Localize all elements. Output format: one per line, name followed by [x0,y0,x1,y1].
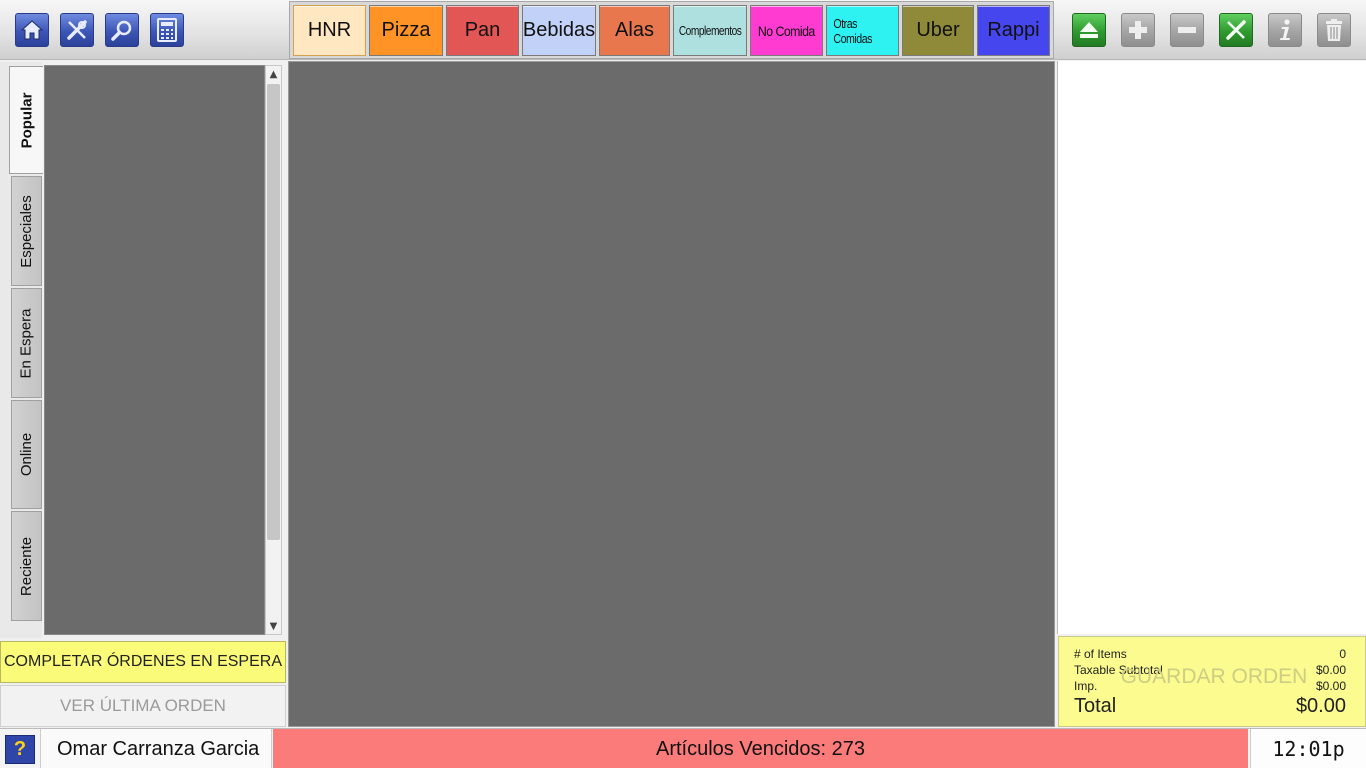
items-label: # of Items [1074,647,1127,661]
category-no-comida[interactable]: No Comida [750,5,823,56]
top-toolbar: HNR Pizza Pan Bebidas Alas Complementos … [0,0,1366,60]
category-uber[interactable]: Uber [902,5,974,56]
help-icon[interactable]: ? [5,735,35,764]
tab-label: Reciente [18,536,36,596]
category-bebidas[interactable]: Bebidas [522,5,596,56]
clock-label: 12:01p [1272,737,1345,761]
clock: 12:01p [1250,729,1366,768]
trash-icon[interactable] [1317,13,1351,47]
search-icon[interactable] [105,13,139,47]
button-label: VER ÚLTIMA ORDEN [60,696,226,715]
calculator-icon[interactable] [150,13,184,47]
scroll-up-icon[interactable]: ▲ [266,66,281,82]
plus-icon[interactable] [1121,13,1155,47]
order-list-panel[interactable] [44,65,265,635]
category-otras-comidas[interactable]: Otras Comidas [826,5,899,56]
category-label: Uber [916,19,960,41]
order-ticket-panel[interactable] [1057,61,1366,634]
tax-value: $0.00 [1315,679,1346,693]
category-hnr[interactable]: HNR [293,5,366,56]
tab-label: En Espera [18,307,36,379]
tab-popular[interactable]: Popular [9,66,43,174]
category-label: Otras Comidas [833,15,873,46]
expired-items-label: Artículos Vencidos: 273 [655,737,865,760]
scroll-thumb[interactable] [267,84,280,540]
scroll-down-icon[interactable]: ▼ [266,618,281,634]
category-label: Pizza [381,19,431,41]
tools-icon[interactable] [1219,13,1253,47]
category-label: No Comida [758,22,815,39]
category-bar: HNR Pizza Pan Bebidas Alas Complementos … [289,1,1054,59]
menu-item-grid[interactable] [288,61,1055,727]
category-label: Bebidas [522,19,596,41]
category-complementos[interactable]: Complementos [673,5,747,56]
category-label: Complementos [678,23,742,38]
category-pizza[interactable]: Pizza [369,5,443,56]
user-name: Omar Carranza Garcia [40,729,272,768]
tab-label: Popular [18,92,35,148]
category-label: Alas [615,19,654,41]
view-last-order-button[interactable]: VER ÚLTIMA ORDEN [0,685,286,727]
tab-label: Online [18,432,36,477]
total-row: Total $0.00 [1074,695,1346,718]
tax-row: Imp. $0.00 [1074,679,1346,693]
tax-label: Imp. [1074,679,1098,693]
category-alas[interactable]: Alas [599,5,670,56]
category-label: Pan [464,19,501,41]
subtotal-value: $0.00 [1315,663,1346,677]
status-bar: ? Omar Carranza Garcia Artículos Vencido… [0,728,1366,768]
category-label: Rappi [987,19,1040,41]
tab-en-espera[interactable]: En Espera [11,288,42,398]
items-value: 0 [1339,647,1346,661]
total-value: $0.00 [1295,695,1346,717]
subtotal-label: Taxable Subtotal [1074,663,1163,677]
tools-icon[interactable] [60,13,94,47]
minus-icon[interactable] [1170,13,1204,47]
category-pan[interactable]: Pan [446,5,519,56]
user-name-label: Omar Carranza Garcia [57,737,260,760]
items-count-row: # of Items 0 [1074,647,1346,661]
button-label: COMPLETAR ÓRDENES EN ESPERA [4,653,282,670]
expired-items-banner[interactable]: Artículos Vencidos: 273 [273,729,1248,768]
tab-online[interactable]: Online [11,400,42,509]
subtotal-row: Taxable Subtotal $0.00 [1074,663,1346,677]
total-label: Total [1074,695,1117,717]
info-icon[interactable] [1268,13,1302,47]
complete-held-orders-button[interactable]: COMPLETAR ÓRDENES EN ESPERA [0,641,286,683]
tab-reciente[interactable]: Reciente [11,511,42,621]
totals-save-order-button[interactable]: # of Items 0 Taxable Subtotal $0.00 Imp.… [1058,636,1366,727]
order-list-scrollbar[interactable]: ▲ ▼ [265,65,282,635]
tab-especiales[interactable]: Especiales [11,176,42,286]
eject-icon[interactable] [1072,13,1106,47]
side-tab-strip: Popular Especiales En Espera Online Reci… [0,62,43,638]
category-label: HNR [307,19,352,41]
tab-label: Especiales [18,194,36,268]
home-icon[interactable] [15,13,49,47]
category-rappi[interactable]: Rappi [977,5,1050,56]
